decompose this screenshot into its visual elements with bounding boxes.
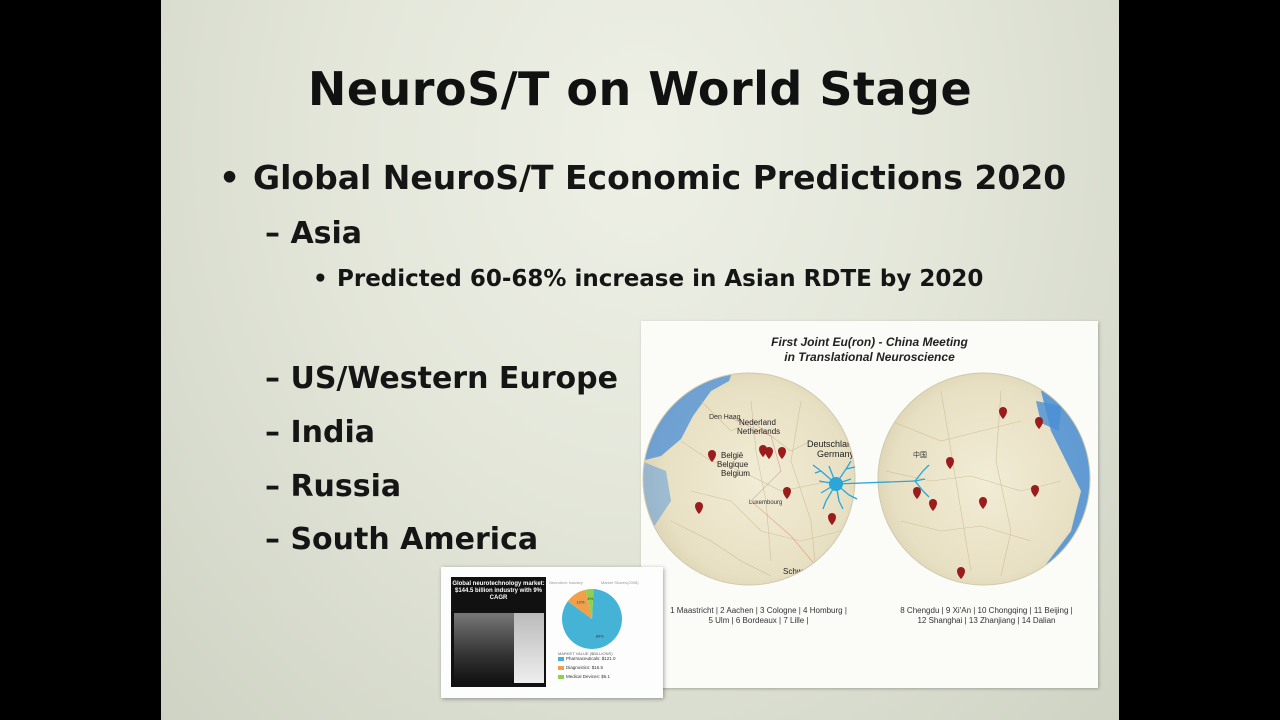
caption-line: 8 Chengdu | 9 Xi'An | 10 Chongqing | 11 … [900, 606, 1073, 615]
map-label: Nederland [739, 418, 776, 427]
caption-line: 12 Shanghai | 13 Zhanjiang | 14 Dalian [917, 616, 1056, 625]
region-label: US/Western Europe [290, 361, 618, 396]
region-label: Asia [290, 216, 363, 251]
legend-label: Pharmaceuticals: $121.0 [566, 656, 616, 661]
region-label: Russia [290, 469, 402, 504]
pie-slice-label: 12% [577, 599, 585, 604]
map-label: Schweiz [783, 567, 813, 576]
caption-line: 1 Maastricht | 2 Aachen | 3 Cologne | 4 … [670, 606, 847, 615]
market-pie-chart: 84% 12%4% [562, 589, 622, 649]
legend-label: Diagnostics: $16.5 [566, 665, 604, 670]
market-photo-light [514, 613, 544, 683]
map-label: België [721, 451, 744, 460]
region-label: South America [290, 522, 539, 557]
map-label: Belgique [717, 460, 749, 469]
dash-icon: – [265, 415, 280, 450]
legend-item-pharma: Pharmaceuticals: $121.0 [558, 656, 616, 661]
market-photo [454, 613, 514, 683]
neuron-body [829, 477, 843, 491]
legend-swatch [558, 665, 564, 670]
dash-icon: – [265, 216, 280, 251]
map-label: Netherlands [737, 427, 780, 436]
market-headline-panel: Global neurotechnology market: $144.5 bi… [451, 577, 546, 687]
neurotech-market-image: Global neurotechnology market: $144.5 bi… [441, 567, 663, 698]
presentation-frame: NeuroS/T on World Stage • Global NeuroS/T… [0, 0, 1280, 720]
europe-china-maps: Den Haag Nederland Netherlands België Be… [642, 372, 1091, 594]
region-russia: – Russia [265, 469, 401, 504]
map-title-line1: First Joint Eu(ron) - China Meeting [771, 335, 968, 349]
pie-slice-label: 4% [587, 596, 593, 601]
map-label: Belgium [721, 469, 750, 478]
legend-swatch [558, 656, 564, 661]
caption-europe-cities: 1 Maastricht | 2 Aachen | 3 Cologne | 4 … [661, 606, 856, 626]
region-south-america: – South America [265, 522, 538, 557]
slide-title: NeuroS/T on World Stage [307, 62, 973, 116]
map-label: Svizzera [781, 585, 812, 594]
eu-china-meeting-image: First Joint Eu(ron) - China Meeting in T… [641, 321, 1098, 688]
dash-icon: – [265, 361, 280, 396]
region-asia: – Asia [265, 216, 362, 251]
slide: NeuroS/T on World Stage • Global NeuroS/T… [161, 0, 1119, 720]
legend-item-devices: Medical Devices: $6.1 [558, 674, 610, 679]
bullet-icon: • [219, 158, 241, 197]
bullet-text: Global NeuroS/T Economic Predictions 202… [253, 158, 1067, 197]
dash-icon: – [265, 522, 280, 557]
legend-label: Medical Devices: $6.1 [566, 674, 611, 679]
pie-slice-label: 84% [596, 633, 604, 638]
legend-item-diagnostics: Diagnostics: $16.5 [558, 665, 603, 670]
asia-detail: • Predicted 60-68% increase in Asian RDTE… [313, 266, 983, 292]
bullet-global-predictions: • Global NeuroS/T Economic Predictions 20… [219, 158, 1066, 197]
map-label: Den Haag [709, 414, 741, 421]
market-headline: Global neurotechnology market: $144.5 bi… [452, 581, 545, 601]
caption-china-cities: 8 Chengdu | 9 Xi'An | 10 Chongqing | 11 … [889, 606, 1084, 626]
map-label: 中国 [913, 450, 927, 459]
region-label: India [290, 415, 375, 450]
caption-line: 5 Ulm | 6 Bordeaux | 7 Lille | [708, 616, 809, 625]
region-us-western-europe: – US/Western Europe [265, 361, 618, 396]
map-label: Luxembourg [749, 500, 782, 506]
dash-icon: – [265, 469, 280, 504]
asia-detail-text: Predicted 60-68% increase in Asian RDTE … [337, 266, 984, 292]
bullet-icon: • [313, 266, 328, 292]
region-india: – India [265, 415, 375, 450]
legend-swatch [558, 674, 564, 679]
map-label: Germany [817, 449, 855, 459]
